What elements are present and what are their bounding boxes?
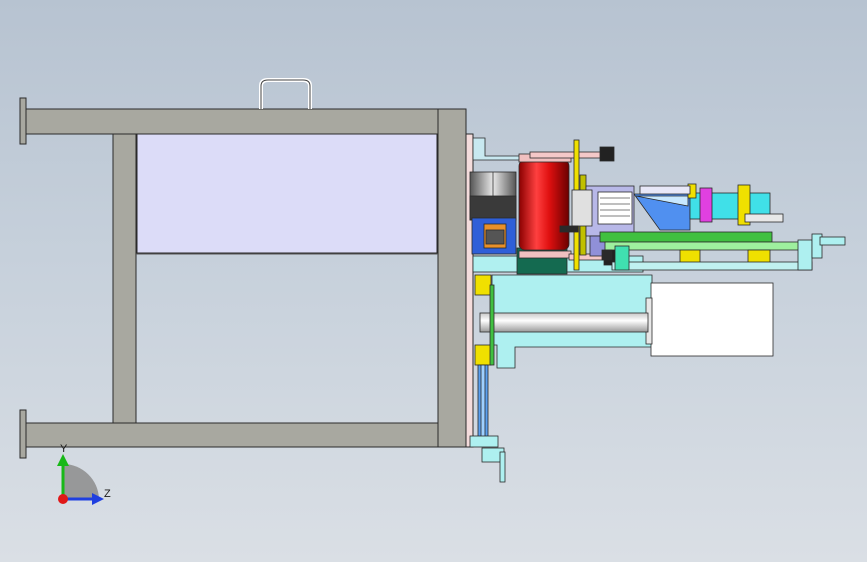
motor: [650, 282, 774, 357]
inner-left-post: [112, 133, 137, 424]
top-beam: [25, 108, 467, 135]
upper-knob[interactable]: [599, 146, 615, 162]
red-cylinder: [518, 159, 570, 251]
bottom-beam: [25, 422, 467, 448]
cad-viewport[interactable]: Y Z: [0, 0, 867, 562]
bottom-left-end-plate: [19, 409, 27, 459]
mechanism: [469, 137, 846, 483]
lavender-panel: [136, 133, 438, 254]
top-handle[interactable]: [259, 78, 312, 109]
top-left-end-plate: [19, 97, 27, 145]
triad-origin: [58, 494, 68, 504]
yellow-block-upper: [474, 274, 492, 296]
right-post: [437, 108, 467, 448]
bottom-foot: [469, 435, 499, 448]
orientation-triad: Y Z: [57, 443, 111, 505]
y-axis-label: Y: [60, 443, 68, 455]
green-rail: [599, 231, 773, 243]
z-axis-label: Z: [104, 488, 111, 500]
shaft: [479, 312, 649, 333]
yellow-block-lower: [474, 344, 492, 366]
